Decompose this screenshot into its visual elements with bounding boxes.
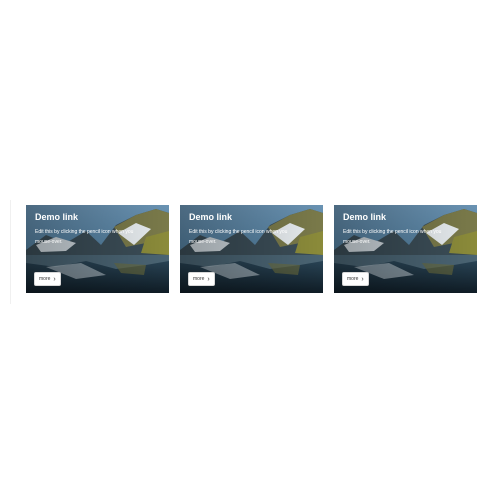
demo-link-card-3[interactable]: Demo link Edit this by clicking the penc… (334, 205, 477, 293)
card-title: Demo link (189, 212, 233, 222)
card-title: Demo link (343, 212, 387, 222)
card-description: Edit this by clicking the pencil icon wh… (343, 229, 442, 245)
more-button-label: more (193, 276, 205, 282)
link-cards-row: Demo link Edit this by clicking the penc… (10, 200, 491, 304)
chevron-right-icon: › (207, 275, 210, 283)
more-button-label: more (39, 276, 51, 282)
more-button[interactable]: more › (342, 272, 369, 286)
chevron-right-icon: › (361, 275, 364, 283)
demo-link-card-2[interactable]: Demo link Edit this by clicking the penc… (180, 205, 323, 293)
demo-link-card-1[interactable]: Demo link Edit this by clicking the penc… (26, 205, 169, 293)
more-button[interactable]: more › (188, 272, 215, 286)
card-description: Edit this by clicking the pencil icon wh… (35, 229, 134, 245)
chevron-right-icon: › (53, 275, 56, 283)
more-button-label: more (347, 276, 359, 282)
card-title: Demo link (35, 212, 79, 222)
more-button[interactable]: more › (34, 272, 61, 286)
card-description: Edit this by clicking the pencil icon wh… (189, 229, 288, 245)
